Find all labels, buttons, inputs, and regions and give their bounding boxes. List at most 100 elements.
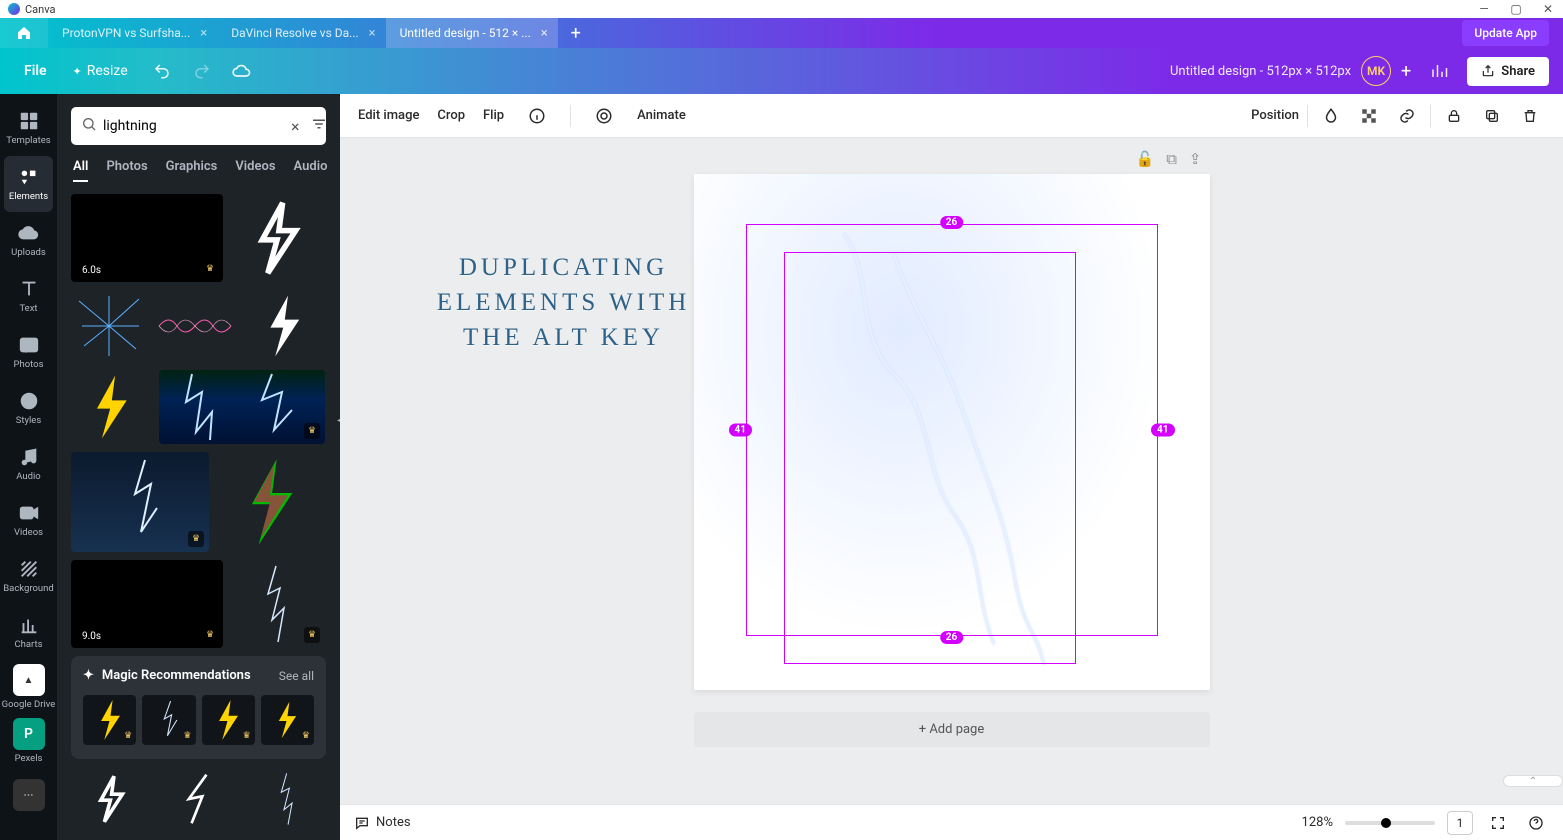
see-all-link[interactable]: See all bbox=[279, 669, 314, 683]
rail-charts[interactable]: Charts bbox=[0, 604, 57, 660]
link-icon[interactable] bbox=[1392, 101, 1422, 131]
rail-photos[interactable]: Photos bbox=[0, 324, 57, 380]
document-tabstrip: ProtonVPN vs Surfsha... × DaVinci Resolv… bbox=[0, 18, 1563, 48]
rail-audio[interactable]: Audio bbox=[0, 436, 57, 492]
magic-thumb-3[interactable]: ♛ bbox=[202, 695, 255, 745]
page-count-button[interactable]: 1 bbox=[1447, 811, 1473, 835]
update-app-button[interactable]: Update App bbox=[1462, 20, 1549, 46]
result-video-black[interactable]: 6.0s ♛ bbox=[71, 194, 223, 282]
result-plasma-ball[interactable] bbox=[71, 290, 147, 362]
result-photo-storm[interactable]: ♛ bbox=[71, 452, 209, 552]
rail-text[interactable]: Text bbox=[0, 268, 57, 324]
magic-thumb-4[interactable]: ♛ bbox=[261, 695, 314, 745]
cloud-sync-icon[interactable] bbox=[224, 53, 260, 89]
notes-button[interactable]: Notes bbox=[354, 815, 411, 831]
zoom-value[interactable]: 128% bbox=[1302, 815, 1333, 830]
page-export-icon[interactable]: ⇪ bbox=[1189, 150, 1202, 168]
page-collapse-handle[interactable]: ⌃ bbox=[1503, 775, 1563, 787]
transparency-icon[interactable] bbox=[1316, 101, 1346, 131]
user-avatar[interactable]: MK bbox=[1361, 56, 1391, 86]
checker-icon[interactable] bbox=[1354, 101, 1384, 131]
tab-audio[interactable]: Audio bbox=[294, 159, 328, 182]
result-video-black-2[interactable]: 9.0s ♛ bbox=[71, 560, 223, 648]
clear-search-button[interactable]: × bbox=[287, 117, 304, 136]
search-input[interactable] bbox=[103, 118, 281, 134]
canvas-overlay-text: DUPLICATING ELEMENTS WITH THE ALT KEY bbox=[434, 250, 694, 355]
share-button[interactable]: Share bbox=[1467, 57, 1549, 86]
zoom-knob[interactable] bbox=[1381, 818, 1391, 828]
tab-videos[interactable]: Videos bbox=[235, 159, 275, 182]
selection-inner[interactable] bbox=[784, 252, 1076, 664]
rail-google-drive[interactable]: ▲Google Drive bbox=[0, 660, 57, 714]
tab-close-button[interactable]: × bbox=[369, 26, 376, 41]
rail-label: Audio bbox=[16, 471, 40, 482]
result-photo-bluelightning[interactable]: ♛ bbox=[159, 370, 325, 444]
window-minimize-button[interactable]: — bbox=[1477, 2, 1491, 16]
rail-label: Photos bbox=[14, 359, 44, 370]
trash-icon[interactable] bbox=[1515, 101, 1545, 131]
redo-button[interactable] bbox=[184, 53, 220, 89]
sparkle-icon: ✦ bbox=[83, 668, 94, 683]
rail-elements[interactable]: Elements bbox=[4, 156, 53, 212]
resize-button[interactable]: Resize bbox=[61, 57, 140, 85]
search-field[interactable]: × bbox=[71, 107, 326, 145]
page-lock-icon[interactable]: 🔓 bbox=[1136, 150, 1155, 168]
crop-button[interactable]: Crop bbox=[437, 108, 465, 123]
help-button[interactable] bbox=[1523, 811, 1549, 835]
window-maximize-button[interactable]: ▢ bbox=[1509, 2, 1523, 16]
tab-davinci[interactable]: DaVinci Resolve vs Da... × bbox=[217, 18, 385, 48]
canvas-viewport[interactable]: 🔓 ⧉ ⇪ DUPLICATING ELEMENTS WITH THE ALT … bbox=[340, 138, 1563, 804]
tab-protonvpn[interactable]: ProtonVPN vs Surfsha... × bbox=[48, 18, 217, 48]
rail-label: Charts bbox=[14, 639, 42, 650]
status-bar: Notes 128% 1 bbox=[340, 804, 1563, 840]
undo-button[interactable] bbox=[144, 53, 180, 89]
rail-styles[interactable]: Styles bbox=[0, 380, 57, 436]
result-bolt-line-3[interactable] bbox=[246, 769, 326, 829]
tab-all[interactable]: All bbox=[73, 159, 88, 182]
animate-button[interactable]: Animate bbox=[637, 108, 686, 123]
position-button[interactable]: Position bbox=[1251, 108, 1299, 123]
new-tab-button[interactable]: + bbox=[558, 18, 594, 48]
duplicate-icon[interactable] bbox=[1477, 101, 1507, 131]
design-name[interactable]: Untitled design - 512px × 512px bbox=[1170, 64, 1351, 79]
result-bolt-yellow[interactable] bbox=[71, 370, 151, 444]
search-filter-button[interactable] bbox=[310, 115, 328, 137]
page-duplicate-icon[interactable]: ⧉ bbox=[1166, 150, 1177, 168]
fullscreen-button[interactable] bbox=[1485, 811, 1511, 835]
insights-button[interactable] bbox=[1421, 53, 1457, 89]
result-bolt-line-2[interactable] bbox=[159, 769, 239, 829]
lock-icon[interactable] bbox=[1439, 101, 1469, 131]
result-bolt-outline[interactable] bbox=[231, 194, 325, 282]
zoom-slider[interactable] bbox=[1345, 821, 1435, 825]
result-bolt-multicolor[interactable] bbox=[217, 452, 325, 552]
tab-label: Untitled design - 512 × ... bbox=[400, 26, 531, 40]
add-collaborator-button[interactable]: + bbox=[1401, 61, 1411, 82]
info-icon[interactable] bbox=[522, 101, 552, 131]
tab-close-button[interactable]: × bbox=[200, 26, 207, 41]
rail-background[interactable]: Background bbox=[0, 548, 57, 604]
tab-graphics[interactable]: Graphics bbox=[166, 159, 218, 182]
rail-uploads[interactable]: Uploads bbox=[0, 212, 57, 268]
window-close-button[interactable]: ✕ bbox=[1541, 2, 1555, 16]
add-page-button[interactable]: + Add page bbox=[694, 712, 1210, 747]
duration-badge: 6.0s bbox=[77, 264, 106, 277]
file-menu-button[interactable]: File bbox=[14, 57, 57, 85]
magic-thumb-2[interactable]: ♛ bbox=[142, 695, 195, 745]
design-page[interactable]: DUPLICATING ELEMENTS WITH THE ALT KEY 26… bbox=[694, 174, 1210, 690]
rail-pexels[interactable]: PPexels bbox=[0, 714, 57, 768]
edit-image-button[interactable]: Edit image bbox=[358, 108, 419, 123]
tab-label: DaVinci Resolve vs Da... bbox=[231, 26, 358, 40]
rail-templates[interactable]: Templates bbox=[0, 100, 57, 156]
tab-close-button[interactable]: × bbox=[541, 26, 548, 41]
tab-untitled[interactable]: Untitled design - 512 × ... × bbox=[386, 18, 558, 48]
rail-more[interactable]: ⋯ bbox=[0, 768, 57, 822]
rail-videos[interactable]: Videos bbox=[0, 492, 57, 548]
tab-photos[interactable]: Photos bbox=[106, 159, 147, 182]
magic-thumb-1[interactable]: ♛ bbox=[83, 695, 136, 745]
result-bolt-white[interactable] bbox=[243, 290, 325, 362]
result-photo-thinbolt[interactable]: ♛ bbox=[231, 560, 325, 648]
flip-button[interactable]: Flip bbox=[483, 108, 504, 123]
result-pink-spark[interactable] bbox=[155, 290, 235, 362]
result-bolt-line-1[interactable] bbox=[71, 769, 151, 829]
home-tab[interactable] bbox=[0, 18, 48, 48]
